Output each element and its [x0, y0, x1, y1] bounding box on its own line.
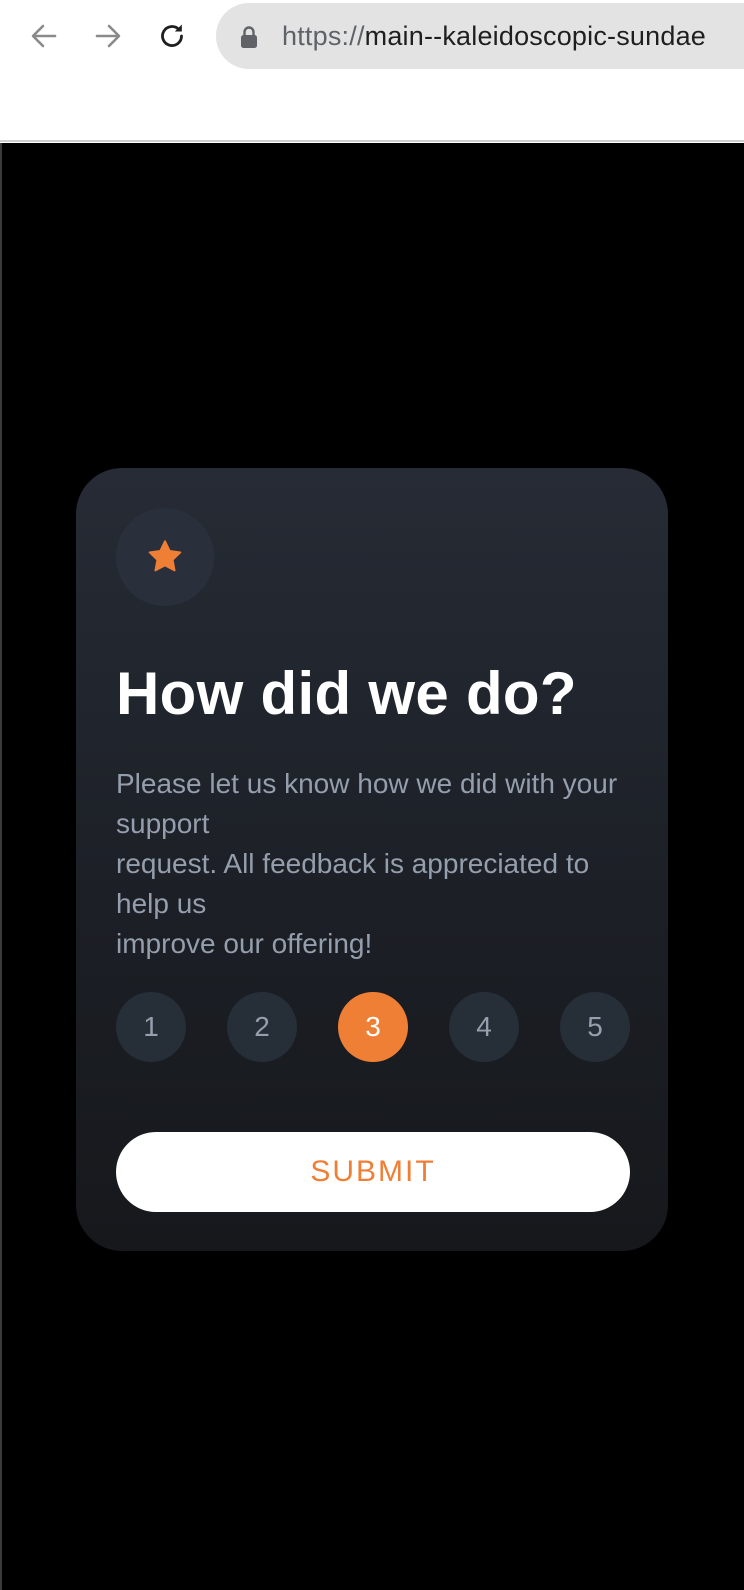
rating-button-5[interactable]: 5	[560, 992, 630, 1062]
address-bar[interactable]: https://main--kaleidoscopic-sundae	[216, 3, 744, 69]
address-url: https://main--kaleidoscopic-sundae	[282, 19, 706, 53]
rating-button-1[interactable]: 1	[116, 992, 186, 1062]
card-title: How did we do?	[116, 660, 577, 727]
rating-button-3[interactable]: 3	[338, 992, 408, 1062]
star-badge	[116, 508, 214, 606]
rating-button-2[interactable]: 2	[227, 992, 297, 1062]
description-line: improve our offering!	[116, 928, 373, 959]
forward-button[interactable]	[86, 14, 130, 58]
reload-icon	[161, 24, 183, 47]
arrow-right-icon	[95, 24, 121, 48]
rating-button-4[interactable]: 4	[449, 992, 519, 1062]
page-viewport: How did we do? Please let us know how we…	[0, 143, 744, 1590]
card-description: Please let us know how we did with your …	[116, 764, 628, 964]
url-host: main--kaleidoscopic-sundae	[364, 21, 707, 51]
star-icon	[148, 540, 182, 572]
browser-toolbar: https://main--kaleidoscopic-sundae	[0, 0, 744, 142]
submit-button[interactable]: SUBMIT	[116, 1132, 630, 1212]
description-line: request. All feedback is appreciated to …	[116, 848, 590, 919]
rating-card: How did we do? Please let us know how we…	[76, 468, 668, 1251]
back-button[interactable]	[22, 14, 66, 58]
reload-button[interactable]	[150, 14, 194, 58]
description-line: Please let us know how we did with your …	[116, 768, 618, 839]
arrow-left-icon	[31, 24, 57, 48]
rating-options: 1 2 3 4 5	[116, 992, 630, 1062]
lock-icon	[241, 26, 257, 48]
url-scheme: https://	[282, 21, 365, 51]
